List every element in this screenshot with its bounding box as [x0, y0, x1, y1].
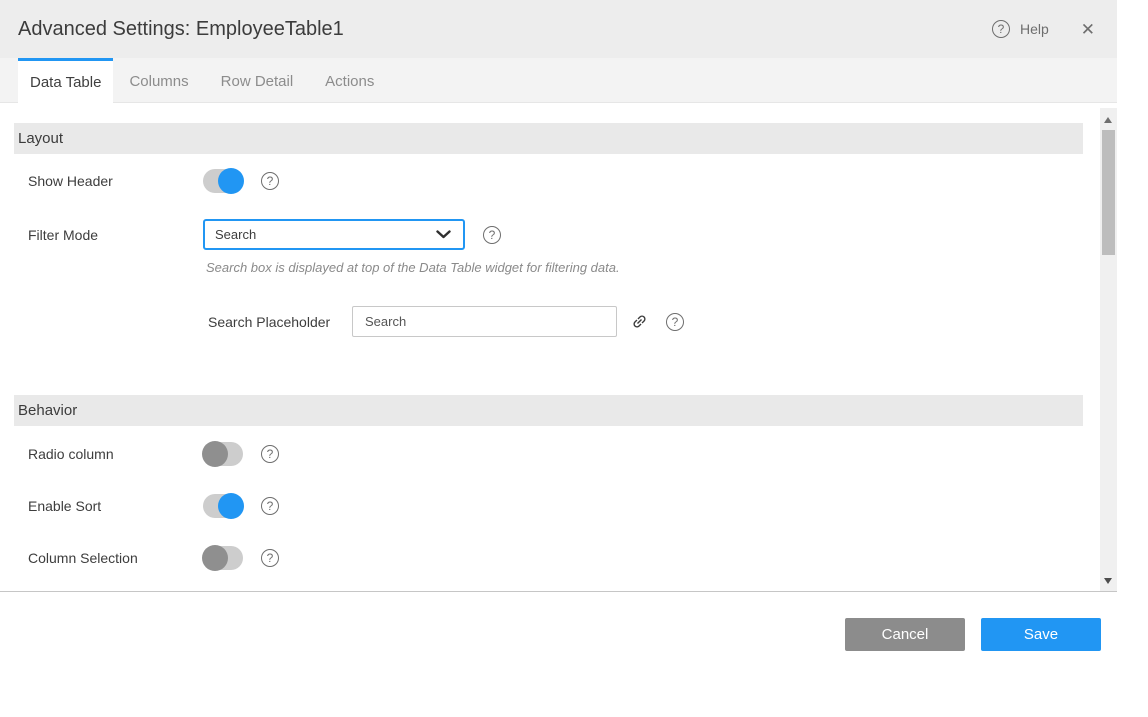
help-icon[interactable]: ?	[261, 445, 279, 463]
cancel-button[interactable]: Cancel	[845, 618, 965, 651]
help-icon[interactable]: ?	[261, 172, 279, 190]
help-icon[interactable]: ?	[261, 549, 279, 567]
filter-mode-row: Filter Mode Search ?	[14, 219, 1083, 250]
tab-actions[interactable]: Actions	[309, 58, 390, 102]
settings-scroll-area: Layout Show Header ? Filter Mode Search …	[0, 103, 1117, 591]
radio-column-toggle[interactable]	[203, 442, 243, 466]
search-placeholder-label: Search Placeholder	[208, 314, 352, 330]
filter-mode-help-text: Search box is displayed at top of the Da…	[206, 260, 1083, 275]
toggle-knob	[202, 441, 228, 467]
advanced-settings-dialog: Advanced Settings: EmployeeTable1 ? Help…	[0, 0, 1117, 652]
help-link[interactable]: Help	[1020, 21, 1049, 37]
vertical-scrollbar[interactable]	[1100, 108, 1117, 591]
filter-mode-label: Filter Mode	[28, 227, 203, 243]
help-icon[interactable]: ?	[261, 497, 279, 515]
dialog-header: Advanced Settings: EmployeeTable1 ? Help…	[0, 0, 1117, 58]
scrollbar-thumb[interactable]	[1102, 130, 1115, 255]
close-icon[interactable]: ✕	[1081, 21, 1095, 38]
tab-columns[interactable]: Columns	[113, 58, 204, 102]
enable-sort-label: Enable Sort	[28, 498, 203, 514]
filter-mode-select[interactable]: Search	[203, 219, 465, 250]
search-placeholder-input[interactable]	[352, 306, 617, 337]
scroll-down-arrow-icon[interactable]	[1104, 578, 1112, 584]
scroll-up-arrow-icon[interactable]	[1104, 117, 1112, 123]
chevron-down-icon	[436, 230, 451, 239]
filter-mode-selected-value: Search	[215, 227, 256, 242]
save-button[interactable]: Save	[981, 618, 1101, 651]
show-header-label: Show Header	[28, 173, 203, 189]
show-header-toggle[interactable]	[203, 169, 243, 193]
page-title: Advanced Settings: EmployeeTable1	[18, 18, 344, 41]
toggle-knob	[218, 168, 244, 194]
section-header-behavior: Behavior	[14, 395, 1083, 426]
enable-sort-toggle[interactable]	[203, 494, 243, 518]
toggle-knob	[202, 545, 228, 571]
column-selection-label: Column Selection	[28, 550, 203, 566]
help-icon[interactable]: ?	[483, 226, 501, 244]
tab-data-table[interactable]: Data Table	[18, 58, 113, 103]
dialog-footer: Cancel Save	[0, 592, 1117, 651]
help-icon[interactable]: ?	[992, 20, 1010, 38]
column-selection-row: Column Selection ?	[14, 544, 1083, 572]
tab-bar: Data Table Columns Row Detail Actions	[0, 58, 1117, 103]
enable-sort-row: Enable Sort ?	[14, 492, 1083, 520]
tab-row-detail[interactable]: Row Detail	[205, 58, 310, 102]
toggle-knob	[218, 493, 244, 519]
help-icon[interactable]: ?	[666, 313, 684, 331]
search-placeholder-row: Search Placeholder ?	[14, 306, 1083, 337]
column-selection-toggle[interactable]	[203, 546, 243, 570]
radio-column-label: Radio column	[28, 446, 203, 462]
section-header-layout: Layout	[14, 123, 1083, 154]
link-binding-icon[interactable]	[631, 313, 648, 330]
show-header-row: Show Header ?	[14, 167, 1083, 195]
radio-column-row: Radio column ?	[14, 440, 1083, 468]
